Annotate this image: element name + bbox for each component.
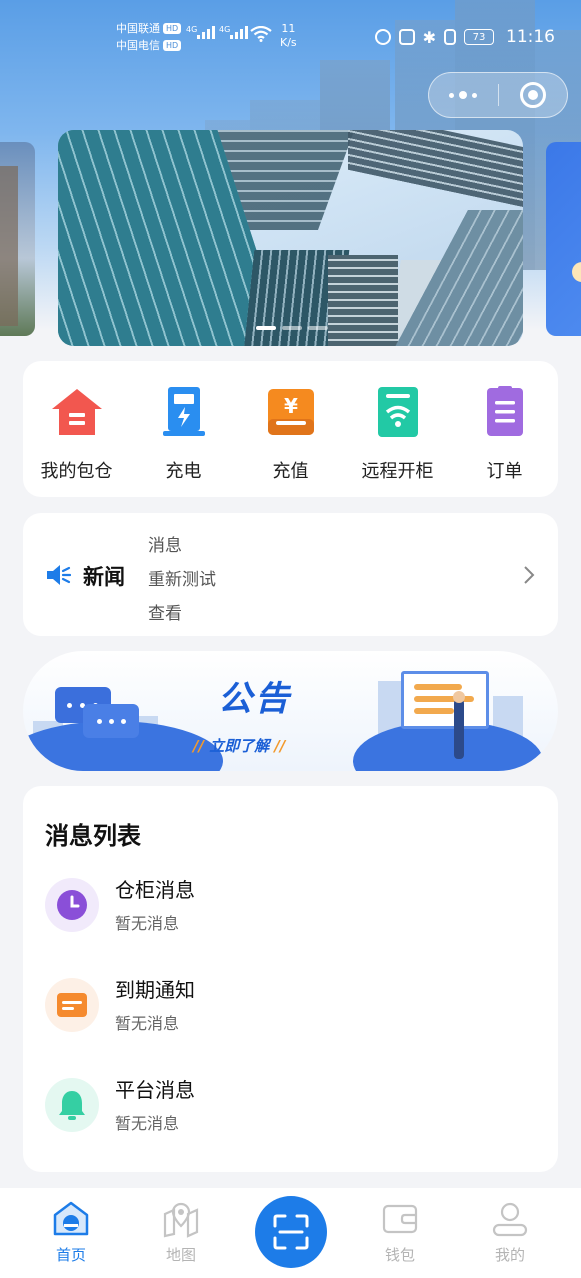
signal-icon [230, 26, 248, 39]
tab-label: 地图 [165, 1246, 196, 1264]
news-line: 重新测试 [148, 570, 216, 590]
battery-icon: 73 [464, 29, 494, 45]
miniprogram-capsule [428, 72, 568, 118]
svg-text:¥: ¥ [284, 394, 298, 418]
charging-icon [157, 385, 211, 439]
network-type-1: 4G [186, 25, 198, 34]
status-time: 11:16 [506, 27, 555, 47]
hd-call-icon [374, 29, 391, 45]
news-line: 消息 [148, 536, 182, 556]
carousel-indicators [256, 326, 328, 330]
hd-badge: HD [163, 23, 182, 34]
menu-label: 充电 [165, 461, 202, 482]
scan-button[interactable] [255, 1196, 327, 1268]
map-icon [162, 1200, 200, 1238]
news-title: 新闻 [83, 565, 125, 589]
nfc-icon [398, 29, 415, 45]
carrier-2: 中国电信 [116, 39, 160, 52]
scan-icon [273, 1214, 309, 1250]
tab-wallet[interactable]: 钱包 [360, 1200, 440, 1265]
hd-badge: HD [163, 40, 182, 51]
wifi-icon [250, 26, 272, 42]
message-item-expiry[interactable]: 到期通知 暂无消息 [45, 972, 535, 1042]
menu-item-my-warehouse[interactable]: 我的包仓 [23, 361, 130, 497]
carousel-next-slide[interactable] [546, 142, 581, 336]
menu-label: 订单 [486, 461, 523, 482]
notice-action: // 立即了解 // [193, 737, 286, 755]
bluetooth-icon: ✱ [422, 27, 436, 47]
notice-banner[interactable]: 公告 // 立即了解 // [23, 651, 558, 771]
message-list-header: 消息列表 [45, 822, 141, 850]
tab-home[interactable]: 首页 [31, 1200, 111, 1265]
message-subtitle: 暂无消息 [115, 1014, 180, 1033]
menu-label: 我的包仓 [40, 461, 113, 482]
message-list: 消息列表 仓柜消息 暂无消息 到期通知 暂无消息 平台消息 暂无消息 [23, 786, 558, 1172]
menu-item-remote-open[interactable]: 远程开柜 [344, 361, 451, 497]
notice-title: 公告 [218, 679, 292, 719]
bottom-tab-bar: 首页 地图 钱包 我的 [0, 1188, 581, 1278]
message-title: 平台消息 [115, 1078, 195, 1102]
close-miniprogram-icon[interactable] [499, 82, 568, 108]
tab-label: 首页 [55, 1246, 86, 1264]
signal-icon [197, 26, 215, 39]
network-speed: 11 K/s [280, 22, 297, 49]
menu-label: 充值 [272, 461, 309, 482]
warehouse-icon [50, 385, 104, 439]
message-item-platform[interactable]: 平台消息 暂无消息 [45, 1072, 535, 1142]
news-lines: 消息 重新测试 查看 [148, 529, 216, 631]
menu-item-charging[interactable]: 充电 [130, 361, 237, 497]
carousel-prev-slide[interactable] [0, 142, 35, 336]
status-bar: 中国联通 HD 中国电信 HD 4G 4G 11 K/s ✱ 73 11:16 [0, 0, 581, 70]
more-menu-icon[interactable] [429, 91, 498, 99]
vibrate-icon [444, 29, 456, 45]
menu-label: 远程开柜 [361, 461, 434, 482]
tab-label: 我的 [494, 1246, 525, 1264]
home-icon [52, 1200, 90, 1238]
tab-map[interactable]: 地图 [141, 1200, 221, 1265]
chevron-right-icon [524, 566, 535, 584]
menu-item-orders[interactable]: 订单 [451, 361, 558, 497]
message-title: 到期通知 [115, 978, 195, 1002]
recharge-icon: ¥ [264, 385, 318, 439]
menu-item-recharge[interactable]: ¥ 充值 [237, 361, 344, 497]
profile-icon [491, 1200, 529, 1238]
tab-label: 钱包 [384, 1246, 415, 1264]
message-title: 仓柜消息 [115, 878, 195, 902]
message-item-cabinet[interactable]: 仓柜消息 暂无消息 [45, 872, 535, 942]
card-icon [45, 978, 99, 1032]
message-subtitle: 暂无消息 [115, 914, 180, 933]
tab-profile[interactable]: 我的 [470, 1200, 550, 1265]
presentation-board-icon [401, 671, 489, 729]
carousel-banner[interactable] [58, 130, 523, 346]
carrier-info: 中国联通 HD 中国电信 HD [116, 20, 182, 54]
remote-cabinet-icon [371, 385, 425, 439]
quick-menu: 我的包仓 充电 ¥ 充值 远程开柜 订单 [23, 361, 558, 497]
clock-icon [45, 878, 99, 932]
speaker-icon [47, 565, 71, 585]
bell-icon [45, 1078, 99, 1132]
network-type-2: 4G [219, 25, 231, 34]
message-subtitle: 暂无消息 [115, 1114, 180, 1133]
news-line: 查看 [148, 604, 182, 624]
order-icon [478, 385, 532, 439]
carrier-1: 中国联通 [116, 22, 160, 35]
news-card[interactable]: 新闻 消息 重新测试 查看 [23, 513, 558, 636]
wallet-icon [381, 1200, 419, 1238]
